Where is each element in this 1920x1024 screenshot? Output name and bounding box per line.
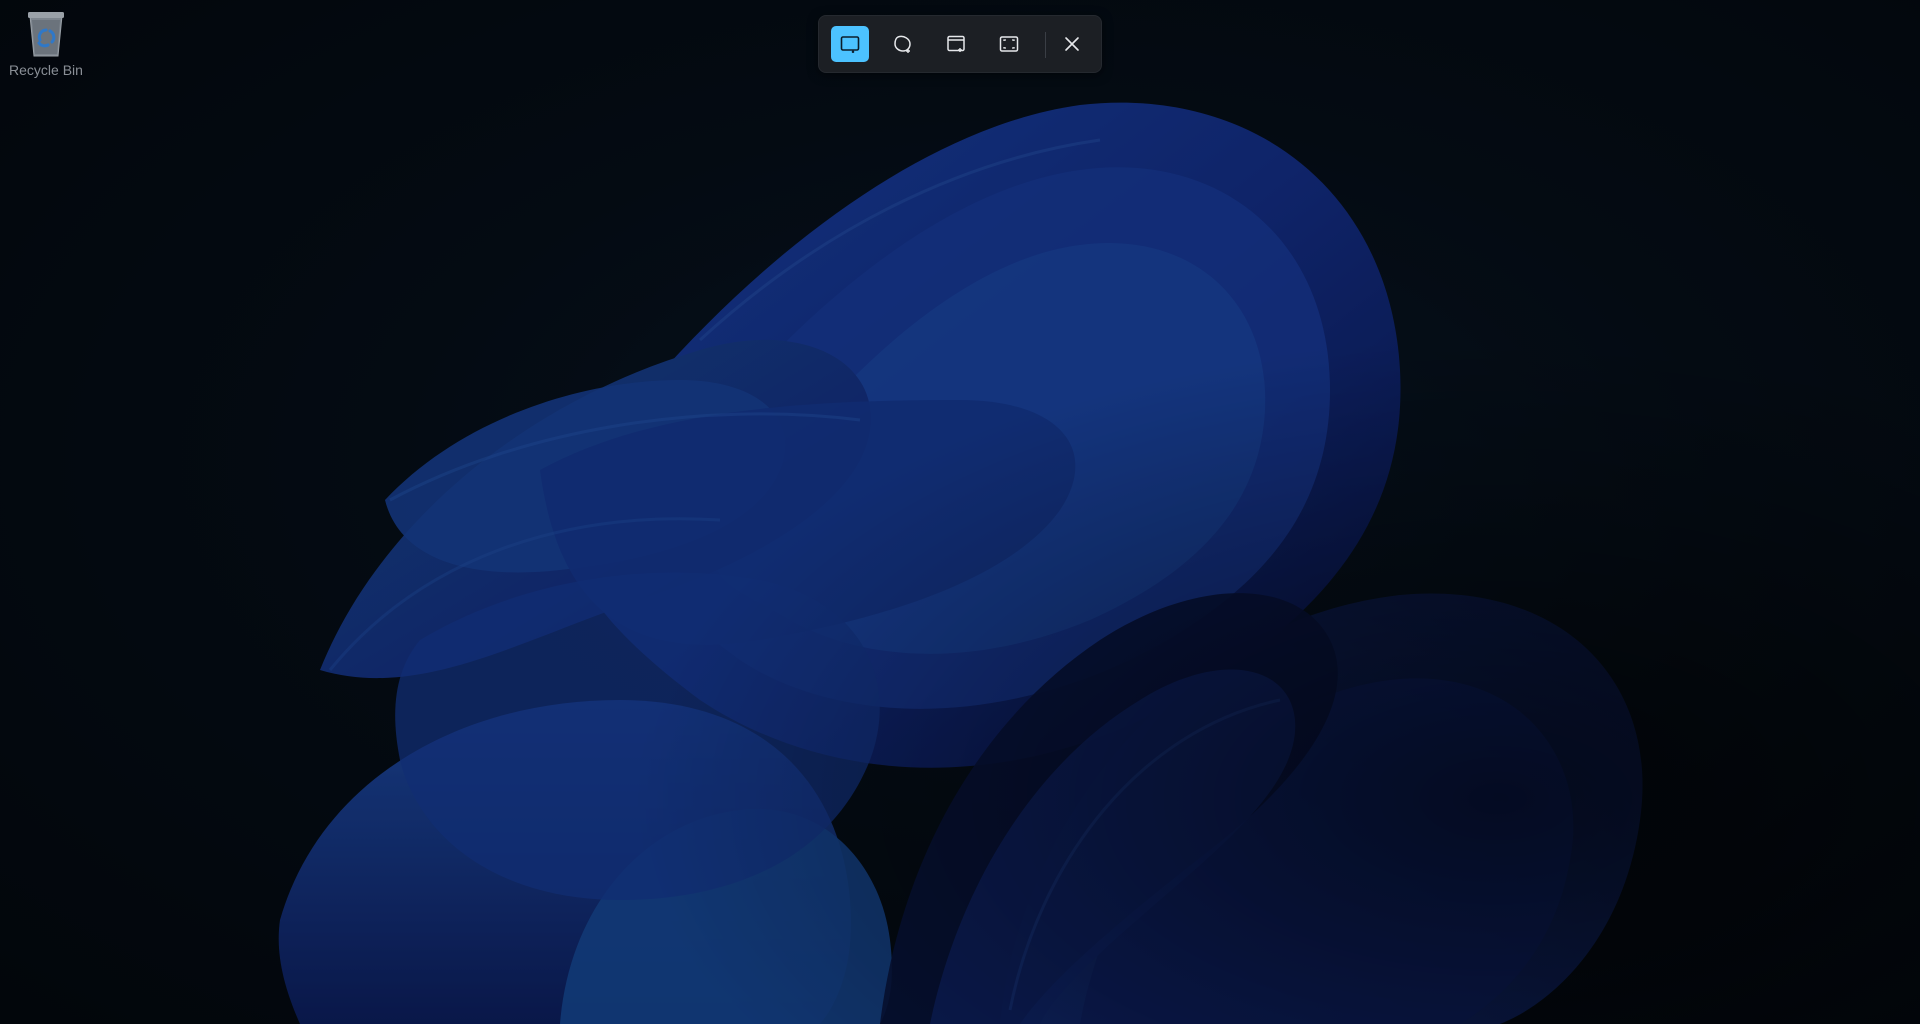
- rectangle-mode-button[interactable]: [831, 26, 869, 62]
- recycle-bin-icon: [28, 12, 64, 57]
- window-mode-button[interactable]: [937, 26, 975, 62]
- rectangle-snip-icon: [840, 36, 860, 53]
- close-button[interactable]: [1053, 26, 1091, 62]
- close-icon: [1065, 37, 1079, 51]
- desktop-icon-label: Recycle Bin: [9, 62, 83, 78]
- window-snip-icon: [947, 35, 965, 52]
- fullscreen-snip-icon: [999, 36, 1019, 52]
- freeform-mode-button[interactable]: [884, 26, 922, 62]
- snip-dim-overlay[interactable]: [0, 0, 1920, 1024]
- snipping-toolbar: [818, 15, 1102, 73]
- desktop-icon-recycle-bin[interactable]: Recycle Bin: [6, 6, 86, 92]
- freeform-snip-icon: [894, 35, 911, 53]
- fullscreen-mode-button[interactable]: [990, 26, 1028, 62]
- toolbar-divider: [1045, 32, 1046, 58]
- desktop: Recycle Bin: [0, 0, 1920, 1024]
